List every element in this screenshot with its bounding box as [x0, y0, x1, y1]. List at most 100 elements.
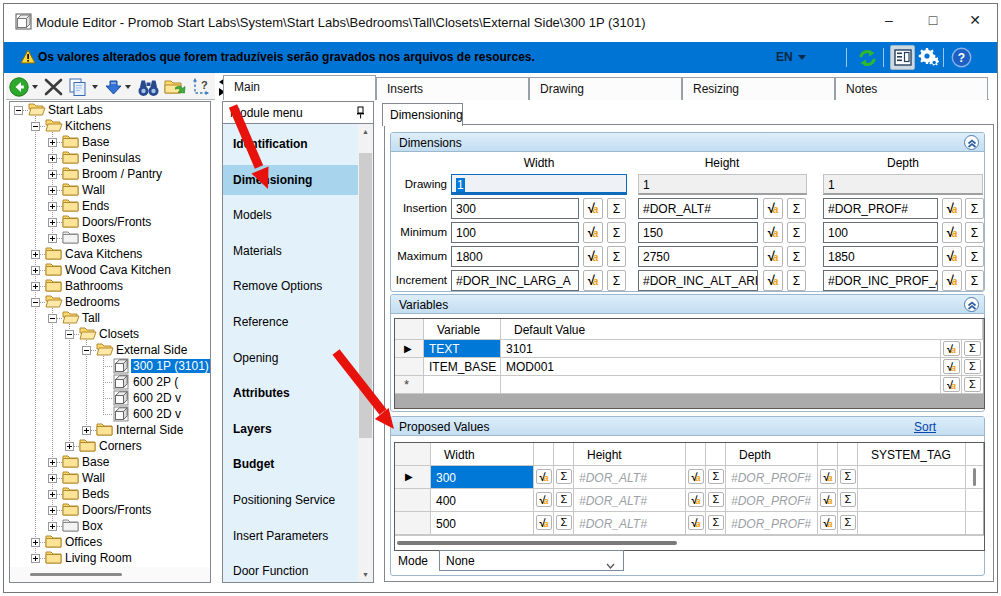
tree-item[interactable]: 600 2D v: [10, 406, 210, 422]
menu-item-positioning-service[interactable]: Positioning Service: [223, 485, 358, 515]
minimize-button[interactable]: –: [869, 5, 909, 37]
tree-item-label[interactable]: Bedrooms: [63, 295, 122, 309]
table-vscrollbar[interactable]: [966, 466, 983, 489]
formula-button[interactable]: √a: [942, 270, 962, 291]
variable-cell[interactable]: [424, 376, 501, 394]
sum-button[interactable]: Σ: [556, 492, 572, 507]
module-menu-scrollbar[interactable]: ▲ ▼: [358, 124, 373, 582]
tab-notes[interactable]: Notes: [835, 77, 988, 100]
move-down-button[interactable]: [105, 80, 122, 99]
collapse-icon[interactable]: [964, 135, 979, 150]
scroll-thumb[interactable]: [359, 153, 372, 438]
sum-button[interactable]: Σ: [708, 515, 724, 530]
sum-button[interactable]: Σ: [556, 515, 572, 530]
formula-button[interactable]: √a: [943, 359, 960, 374]
tree-item-label[interactable]: Broom / Pantry: [80, 167, 164, 181]
tree-item[interactable]: Bathrooms: [10, 278, 210, 294]
dim-input[interactable]: 300: [451, 198, 579, 219]
formula-button[interactable]: √a: [583, 270, 603, 291]
formula-button[interactable]: √a: [763, 246, 783, 267]
tree-item-label[interactable]: Corners: [97, 439, 144, 453]
table-vscrollbar[interactable]: [966, 489, 983, 512]
tree-item-label[interactable]: Wall: [80, 183, 107, 197]
sum-button[interactable]: Σ: [607, 246, 626, 267]
tree-expand-icon[interactable]: [48, 186, 57, 195]
tree-item-label[interactable]: Boxes: [80, 231, 117, 245]
tree-expand-icon[interactable]: [48, 474, 57, 483]
tag-cell[interactable]: [858, 512, 966, 535]
tree-item[interactable]: Boxes: [10, 230, 210, 246]
menu-item-insert-parameters[interactable]: Insert Parameters: [223, 521, 358, 551]
sum-button[interactable]: Σ: [840, 492, 856, 507]
tree-item-label[interactable]: Cava Kitchens: [63, 247, 144, 261]
export-folder-button[interactable]: [164, 77, 186, 101]
sum-button[interactable]: Σ: [787, 198, 806, 219]
tree-item[interactable]: Kitchens: [10, 118, 210, 134]
tree-expand-icon[interactable]: [48, 154, 57, 163]
sum-button[interactable]: Σ: [965, 198, 984, 219]
width-cell[interactable]: 500: [431, 512, 534, 535]
form-icon[interactable]: [894, 49, 912, 70]
sum-button[interactable]: Σ: [787, 222, 806, 243]
depth-cell[interactable]: #DOR_PROF#: [726, 466, 818, 489]
formula-button[interactable]: √a: [763, 222, 783, 243]
tab-main[interactable]: Main: [223, 75, 376, 100]
tree-item[interactable]: Offices: [10, 534, 210, 550]
tree-item[interactable]: Broom / Pantry: [10, 166, 210, 182]
help-icon[interactable]: ?: [951, 47, 972, 72]
sum-button[interactable]: Σ: [708, 492, 724, 507]
tree-expand-icon[interactable]: [48, 458, 57, 467]
sum-button[interactable]: Σ: [607, 270, 626, 291]
tree-item-label[interactable]: Offices: [63, 535, 104, 549]
tree-expand-icon[interactable]: [31, 282, 40, 291]
tree-item[interactable]: Box: [10, 518, 210, 534]
menu-item-door-function[interactable]: Door Function: [223, 556, 358, 583]
back-dropdown-caret[interactable]: [32, 85, 38, 89]
formula-button[interactable]: √a: [820, 515, 836, 530]
maximize-button[interactable]: □: [913, 5, 953, 37]
tree-item-label[interactable]: Beds: [80, 487, 111, 501]
formula-button[interactable]: √a: [942, 246, 962, 267]
formula-button[interactable]: √a: [820, 492, 836, 507]
tree-item[interactable]: Tall: [10, 310, 210, 326]
tree-item-label[interactable]: Bathrooms: [63, 279, 125, 293]
copy-dropdown-caret[interactable]: [92, 85, 98, 89]
tree-item-label[interactable]: Internal Side: [114, 423, 185, 437]
tree-item[interactable]: Corners: [10, 438, 210, 454]
depth-cell[interactable]: #DOR_PROF#: [726, 489, 818, 512]
sum-button[interactable]: Σ: [965, 270, 984, 291]
dim-input[interactable]: 2750: [638, 246, 758, 267]
tree-item[interactable]: 300 1P (3101): [10, 358, 210, 374]
dim-input-drawing[interactable]: 1: [451, 174, 627, 195]
tree-item[interactable]: Doors/Fronts: [10, 214, 210, 230]
back-button[interactable]: [9, 77, 29, 101]
tree-collapse-icon[interactable]: [48, 314, 57, 323]
tree-item-label[interactable]: Doors/Fronts: [80, 503, 153, 517]
width-cell[interactable]: 300: [431, 466, 534, 489]
page-tab-dimensioning[interactable]: Dimensioning: [382, 103, 463, 126]
tree-item[interactable]: Internal Side: [10, 422, 210, 438]
menu-item-budget[interactable]: Budget: [223, 449, 358, 479]
sum-button[interactable]: Σ: [787, 270, 806, 291]
dependency-help-button[interactable]: ?: [191, 77, 213, 101]
formula-button[interactable]: √a: [688, 515, 704, 530]
menu-item-materials[interactable]: Materials: [223, 236, 358, 266]
dim-input[interactable]: 1850: [823, 246, 938, 267]
tree-item[interactable]: Wall: [10, 470, 210, 486]
tree-item-label[interactable]: 600 2D v: [131, 391, 183, 405]
sum-button[interactable]: Σ: [556, 469, 572, 484]
row-marker[interactable]: ▶: [395, 340, 424, 358]
tree-item[interactable]: 600 2D v: [10, 390, 210, 406]
scroll-up-icon[interactable]: ▲: [358, 124, 373, 139]
sum-button[interactable]: Σ: [787, 246, 806, 267]
tree-item[interactable]: Bedrooms: [10, 294, 210, 310]
tab-drawing[interactable]: Drawing: [529, 77, 682, 100]
close-button[interactable]: ✕: [955, 5, 995, 37]
tree-expand-icon[interactable]: [48, 522, 57, 531]
collapse-icon[interactable]: [964, 297, 979, 312]
formula-button[interactable]: √a: [820, 469, 836, 484]
tree-item-label[interactable]: Ends: [80, 199, 111, 213]
formula-button[interactable]: √a: [763, 198, 783, 219]
tree-item[interactable]: Doors/Fronts: [10, 502, 210, 518]
language-caret-icon[interactable]: [798, 55, 806, 60]
